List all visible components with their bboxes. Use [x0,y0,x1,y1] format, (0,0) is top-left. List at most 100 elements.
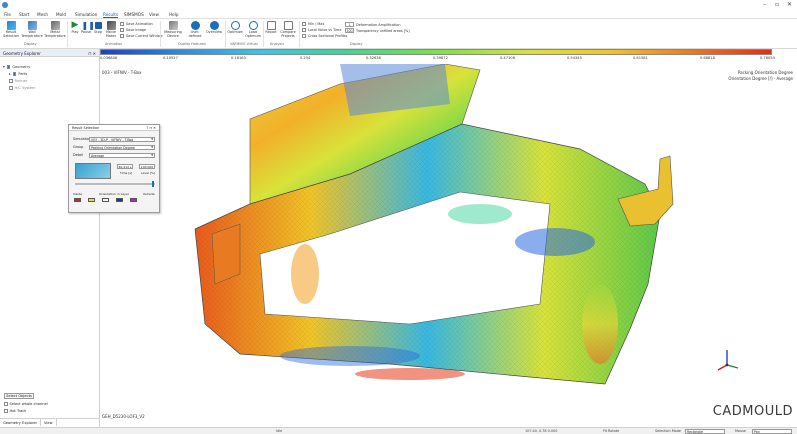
detail-select[interactable]: Average [89,152,155,158]
menu-view[interactable]: View [149,12,159,17]
maximize-icon[interactable]: ▫ [775,1,779,8]
save-image-button[interactable]: Save Image [120,28,146,32]
swatch-white[interactable] [102,198,109,202]
menu-help[interactable]: Help [169,12,179,17]
sidebar-tabs: Geometry Explorer View [0,418,100,426]
overview-button[interactable]: Overview [206,21,222,35]
menu-mold[interactable]: Mold [56,12,66,17]
play-icon: ▶ [71,20,79,30]
level-input[interactable]: 100.000 [139,164,155,169]
time-slider-handle[interactable] [152,181,154,187]
gear-icon [190,21,200,30]
metal-temperature-button[interactable]: Metal Temperature [44,21,66,38]
user-defined-button[interactable]: User-defined [186,21,204,38]
orientation-label: Orientation in Layer [99,192,129,196]
close-icon[interactable]: ✕ [787,1,792,8]
result-selection-button[interactable]: Result Selection [3,21,19,38]
detail-row: Detail Average [73,152,155,158]
select-objects-button[interactable]: Select Objects [4,393,34,399]
tab-view[interactable]: View [41,419,57,426]
panel-pin-close-icons[interactable]: ⊓ ✕ [88,51,96,56]
minimize-icon[interactable]: – [763,1,766,8]
compare-projects-button[interactable]: Compare Projects [279,21,297,38]
local-value-checkbox[interactable]: Local Value vs Time [302,28,341,32]
optimize-button[interactable]: Optimize [227,21,243,35]
ribbon: Result Selection Wall Temperature Metal … [0,19,797,49]
measuring-device-button[interactable]: Measuring Device [163,21,183,38]
menu-simsmos[interactable]: SIMSMOS [124,12,144,17]
swatch-red[interactable] [74,198,81,202]
checkbox-icon[interactable] [9,79,13,83]
checkbox-icon[interactable] [12,72,17,76]
hot-track-checkbox[interactable]: Hot Track [4,409,26,413]
group-label-quality: Quality Features [178,42,206,46]
menu-mesh[interactable]: Mesh [37,12,48,17]
tick-label: 0.68818 [700,56,715,60]
tick-label: 0.10527 [163,56,178,60]
min-max-check-icon [302,22,306,26]
transparency-row: 100 Transparency unfilled areas [%] [345,28,410,33]
expand-icon[interactable]: ▸ [9,72,11,76]
result-selection-icon [6,21,16,30]
cross-sectional-check-icon [302,34,306,38]
checkbox-icon[interactable] [9,86,13,90]
stop-button[interactable]: Stop [93,21,103,35]
pause-button[interactable]: ❚❚ Pause [81,21,95,35]
play-button[interactable]: ▶ Play [70,21,80,35]
time-slider-track[interactable] [75,183,155,185]
local-value-check-icon [302,28,306,32]
transparency-input[interactable]: 100 [345,28,354,33]
app-icon [2,2,8,8]
tree-item-geometry[interactable]: ▾ Geometry [3,65,30,69]
pause-icon: ❚❚ [81,21,95,30]
group-select[interactable]: Packing Orientation Degree [89,144,155,150]
menu-results[interactable]: Results [103,12,119,18]
model-file-label: GEH_D5230-LOF3_V2 [102,414,145,419]
window-icon [120,34,124,38]
tree-item-parts[interactable]: ▸ Parts [9,72,27,76]
3d-viewport[interactable]: 003 - VIFNIV - T-Box Packing Orientation… [100,64,797,427]
wall-temperature-button[interactable]: Wall Temperature [21,21,43,38]
swatch-magenta[interactable] [130,198,137,202]
load-optimum-button[interactable]: Load Optimum [245,21,261,38]
select-whole-channel-checkbox[interactable]: Select whole channel [4,402,48,406]
group-label-varimos: VARIMOS Virtual [230,42,258,46]
checkbox-icon[interactable] [6,65,11,69]
title-bar: – ▫ ✕ [0,0,797,11]
menu-simulation[interactable]: Simulation [75,12,97,17]
tree-item-runner[interactable]: Runner [9,79,27,83]
swatch-yellow[interactable] [88,198,95,202]
group-label-display-2: Display [350,42,363,46]
time-input[interactable]: 46.412 s [117,164,133,169]
simulation-select[interactable]: 003 - 3D-P - VIFNIV - T-Box [89,136,155,142]
simulation-row: Simulation 003 - 3D-P - VIFNIV - T-Box [73,136,155,142]
collapse-icon[interactable]: ▾ [3,65,5,69]
deformation-amplification-input[interactable]: 1 [345,22,354,27]
dialog-controls-icons[interactable]: ? ⊓ ✕ [147,126,156,130]
color-scale-bar [100,49,772,55]
tab-geometry-explorer[interactable]: Geometry Explorer [0,419,42,426]
mouse-mode-select[interactable]: Pan [752,429,792,434]
tick-label: 0.254 [300,56,311,60]
min-max-checkbox[interactable]: Min / Max [302,22,324,26]
selection-mode-select[interactable]: Rectangle [685,429,725,434]
checkbox-icon[interactable] [4,409,8,413]
save-current-window-button[interactable]: Save Current Window [120,34,163,38]
menu-file[interactable]: File [4,12,11,17]
tick-label: 0.036808 [100,56,118,60]
checkbox-icon[interactable] [4,402,8,406]
status-mode: Idle [276,429,283,433]
cross-sectional-checkbox[interactable]: Cross Sectional Profiles [302,34,347,38]
inside-label: Inside [73,192,82,196]
tick-label: 0.32636 [366,56,381,60]
menu-start[interactable]: Start [19,12,29,17]
layer-preview-image[interactable] [75,163,111,179]
movie-maker-button[interactable]: Movie Maker [105,21,117,38]
optimize-icon [230,21,240,30]
save-animation-button[interactable]: Save Animation [120,22,153,26]
axis-triad [717,350,739,371]
swatch-blue[interactable] [116,198,123,202]
tree-item-hc-system[interactable]: H/C System [9,86,35,90]
report-button[interactable]: Report [265,21,277,35]
tick-label: 0.61581 [633,56,648,60]
